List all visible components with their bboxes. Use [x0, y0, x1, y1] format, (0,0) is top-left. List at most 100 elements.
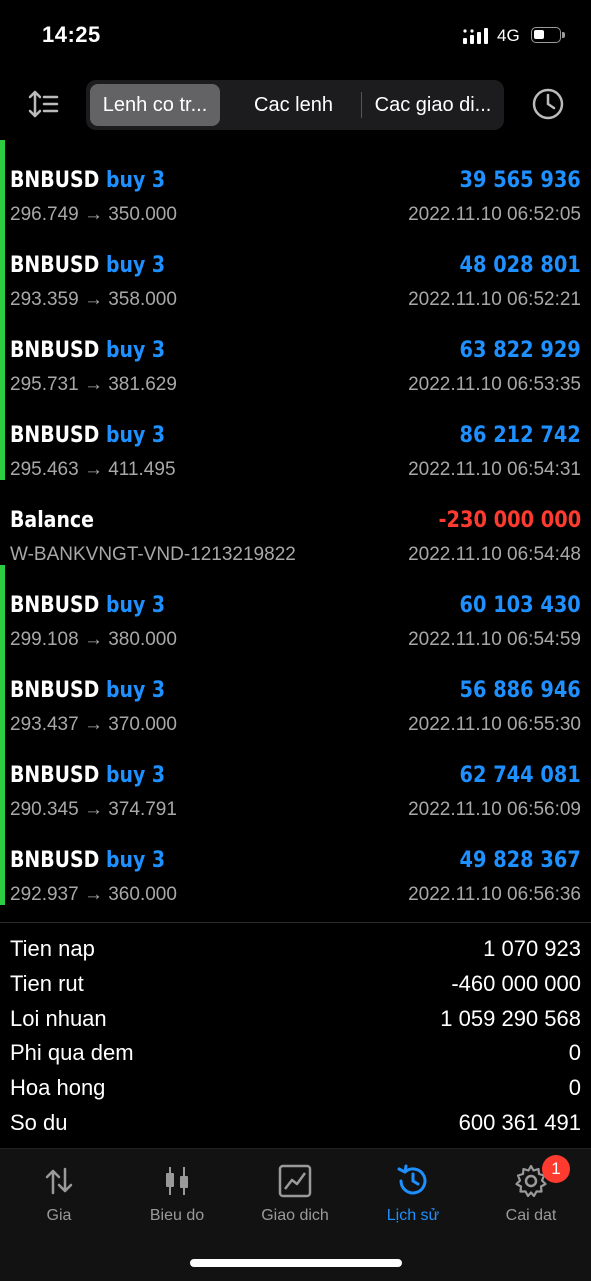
deal-amount: 63 822 929	[459, 338, 581, 363]
trade-marker	[0, 565, 5, 650]
deal-amount: 39 565 936	[459, 168, 581, 193]
balance-row[interactable]: Balance -230 000 000 W-BANKVNGT-VND-121321…	[0, 480, 591, 565]
deal-symbol: BNBUSD buy 3	[10, 253, 165, 278]
summary-row: So du 600 361 491	[0, 1106, 591, 1141]
deal-amount: 86 212 742	[459, 423, 581, 448]
network-type: 4G	[497, 26, 520, 45]
tab-history-label: Lịch sử	[386, 1207, 440, 1224]
deal-symbol: BNBUSD buy 3	[10, 168, 165, 193]
deal-amount: 48 028 801	[459, 253, 581, 278]
deal-side: buy 3	[105, 423, 166, 448]
summary-label: Tien rut	[10, 970, 84, 996]
history-clock-icon[interactable]	[530, 86, 566, 122]
deal-row[interactable]: BNBUSD buy 3 63 822 929 295.731 → 381.629 2…	[0, 310, 591, 395]
symbol-text: BNBUSD	[10, 338, 100, 363]
summary-row: Tien rut -460 000 000	[0, 967, 591, 1002]
quotes-arrows-icon	[45, 1167, 73, 1195]
trade-marker	[0, 310, 5, 395]
deal-detail: 295.731 → 381.629	[10, 374, 177, 395]
deal-symbol: Balance	[10, 508, 94, 533]
summary-value: 1 070 923	[483, 936, 581, 961]
summary-label: Tien nap	[10, 936, 95, 961]
deal-row[interactable]: BNBUSD buy 3 62 744 081 290.345 → 374.791 2…	[0, 735, 591, 820]
tab-quotes-label: Gia	[46, 1207, 72, 1224]
tab-deals[interactable]: Cac giao di...	[366, 84, 500, 126]
deal-side: buy 3	[105, 253, 166, 278]
deal-time: 2022.11.10 06:56:09	[408, 799, 581, 820]
tab-segmented-control: Lenh co tr... Cac lenh Cac giao di...	[86, 80, 504, 130]
tab-settings[interactable]: Cai dat	[472, 1149, 590, 1239]
deal-detail: 293.359 → 358.000	[10, 289, 177, 310]
deal-detail: 292.937 → 360.000	[10, 884, 177, 905]
summary-label: Hoa hong	[10, 1075, 106, 1101]
deal-amount: 49 828 367	[459, 848, 581, 873]
summary-row: Hoa hong 0	[0, 1071, 591, 1106]
trade-chart-icon	[278, 1164, 312, 1198]
deal-time: 2022.11.10 06:52:21	[408, 289, 581, 310]
deal-row[interactable]: BNBUSD buy 3 86 212 742 295.463 → 411.495 2…	[0, 395, 591, 480]
deal-detail: 296.749 → 350.000	[10, 204, 177, 225]
trade-marker	[0, 140, 5, 225]
summary-label: Loi nhuan	[10, 1005, 107, 1031]
summary-value: 0	[568, 1040, 581, 1066]
deal-side: buy 3	[105, 678, 166, 703]
trade-marker	[0, 735, 5, 820]
deal-row[interactable]: BNBUSD buy 3 39 565 936 296.749 → 350.000 2…	[0, 140, 591, 225]
deal-symbol: BNBUSD buy 3	[10, 423, 165, 448]
symbol-text: BNBUSD	[10, 168, 100, 193]
deal-time: 2022.11.10 06:54:48	[408, 544, 581, 565]
summary-row: Phi qua dem 0	[0, 1036, 591, 1071]
symbol-text: BNBUSD	[10, 253, 100, 278]
deal-amount: 60 103 430	[459, 593, 581, 618]
symbol-text: BNBUSD	[10, 678, 100, 703]
deal-time: 2022.11.10 06:52:05	[408, 204, 581, 225]
tab-open-positions[interactable]: Lenh co tr...	[90, 84, 220, 126]
deal-symbol: BNBUSD buy 3	[10, 763, 165, 788]
deal-side: buy 3	[105, 593, 166, 618]
status-time: 14:25	[42, 22, 101, 47]
summary-value: 600 361 491	[458, 1109, 581, 1135]
deal-time: 2022.11.10 06:53:35	[408, 374, 581, 395]
top-bar: Lenh co tr... Cac lenh Cac giao di...	[0, 78, 591, 132]
deal-detail: 295.463 → 411.495	[10, 459, 176, 480]
tab-history[interactable]: Lịch sử	[354, 1149, 472, 1239]
divider	[0, 922, 591, 923]
tab-trade-label: Giao dich	[261, 1207, 329, 1224]
deal-amount: -230 000 000	[438, 508, 581, 533]
deal-symbol: BNBUSD buy 3	[10, 848, 165, 873]
account-summary: Tien nap 1 070 923 Tien rut -460 000 000 Loi…	[0, 932, 591, 1141]
deal-symbol: BNBUSD buy 3	[10, 678, 165, 703]
deal-row[interactable]: BNBUSD buy 3 48 028 801 293.359 → 358.000 2…	[0, 225, 591, 310]
summary-value: 1 059 290 568	[440, 1005, 581, 1031]
tab-chart-label: Bieu do	[149, 1207, 205, 1224]
tab-orders[interactable]: Cac lenh	[226, 84, 361, 126]
deal-time: 2022.11.10 06:54:31	[408, 459, 581, 480]
symbol-text: BNBUSD	[10, 593, 100, 618]
trade-marker	[0, 820, 5, 905]
tab-trade[interactable]: Giao dich	[236, 1149, 354, 1239]
deal-row[interactable]: BNBUSD buy 3 56 886 946 293.437 → 370.000 2…	[0, 650, 591, 735]
symbol-text: Balance	[10, 508, 94, 533]
deal-detail: 293.437 → 370.000	[10, 714, 177, 735]
trade-marker	[0, 395, 5, 480]
summary-value: -460 000 000	[451, 970, 581, 996]
symbol-text: BNBUSD	[10, 848, 100, 873]
deal-row[interactable]: BNBUSD buy 3 49 828 367 292.937 → 360.000 2…	[0, 820, 591, 905]
battery-icon	[531, 27, 565, 43]
deal-detail: W-BANKVNGT-VND-1213219822	[10, 544, 296, 565]
summary-row: Loi nhuan 1 059 290 568	[0, 1002, 591, 1037]
deal-side: buy 3	[105, 763, 166, 788]
deals-list: BNBUSD buy 3 39 565 936 296.749 → 350.000 2…	[0, 140, 591, 905]
signal-icon	[463, 28, 488, 44]
tab-chart[interactable]: Bieu do	[118, 1149, 236, 1239]
home-indicator[interactable]	[190, 1259, 402, 1267]
deal-detail: 299.108 → 380.000	[10, 629, 177, 650]
deal-symbol: BNBUSD buy 3	[10, 593, 165, 618]
deal-time: 2022.11.10 06:56:36	[408, 884, 581, 905]
sort-icon[interactable]	[26, 86, 62, 122]
deal-side: buy 3	[105, 168, 166, 193]
summary-row: Tien nap 1 070 923	[0, 932, 591, 967]
deal-row[interactable]: BNBUSD buy 3 60 103 430 299.108 → 380.000 2…	[0, 565, 591, 650]
tab-quotes[interactable]: Gia	[0, 1149, 118, 1239]
deal-side: buy 3	[105, 338, 166, 363]
